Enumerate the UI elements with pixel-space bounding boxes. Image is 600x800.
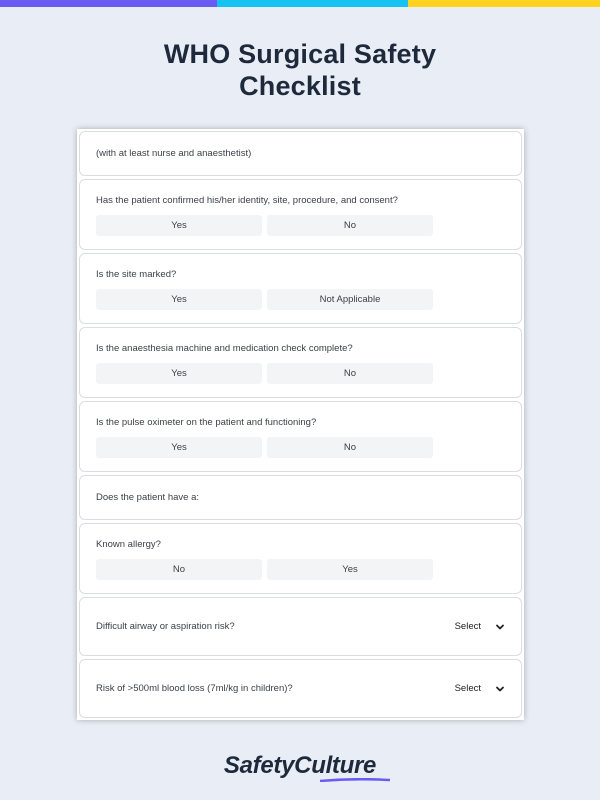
answer-yes-button[interactable]: Yes xyxy=(96,289,262,310)
page-title-line-2: Checklist xyxy=(239,71,361,101)
answer-options: Yes No xyxy=(96,437,505,458)
accent-segment-yellow xyxy=(408,0,600,7)
section-header-card: Does the patient have a: xyxy=(79,475,522,520)
question-text: Is the pulse oximeter on the patient and… xyxy=(96,417,317,428)
section-header: Does the patient have a: xyxy=(96,491,199,503)
checklist-panel: (with at least nurse and anaesthetist) H… xyxy=(77,129,524,720)
logo-text-culture: Culture xyxy=(294,752,377,779)
top-accent-bar xyxy=(0,0,600,7)
answer-select-dropdown[interactable]: Select xyxy=(455,683,505,694)
chevron-down-icon xyxy=(496,624,504,629)
answer-yes-button[interactable]: Yes xyxy=(96,215,262,236)
question-card-pulse-oximeter: Is the pulse oximeter on the patient and… xyxy=(79,401,522,472)
answer-options: Yes No xyxy=(96,215,505,236)
question-card-site-marked: Is the site marked? Yes Not Applicable xyxy=(79,253,522,324)
answer-no-button[interactable]: No xyxy=(267,437,433,458)
logo-text-safety: Safety xyxy=(223,752,295,779)
question-text: Has the patient confirmed his/her identi… xyxy=(96,195,398,206)
safetyculture-logo: SafetyCulture xyxy=(0,752,600,782)
answer-options: Yes Not Applicable xyxy=(96,289,505,310)
question-text: Difficult airway or aspiration risk? xyxy=(96,620,235,632)
answer-not-applicable-button[interactable]: Not Applicable xyxy=(267,289,433,310)
question-card-identity: Has the patient confirmed his/her identi… xyxy=(79,179,522,250)
question-text: Is the anaesthesia machine and medicatio… xyxy=(96,343,353,354)
answer-yes-button[interactable]: Yes xyxy=(96,437,262,458)
answer-no-button[interactable]: No xyxy=(267,363,433,384)
accent-segment-purple xyxy=(0,0,217,7)
question-text: Risk of >500ml blood loss (7ml/kg in chi… xyxy=(96,682,293,694)
answer-no-button[interactable]: No xyxy=(267,215,433,236)
question-card-known-allergy: Known allergy? No Yes xyxy=(79,523,522,594)
answer-yes-button[interactable]: Yes xyxy=(96,363,262,384)
answer-no-button[interactable]: No xyxy=(96,559,262,580)
select-label: Select xyxy=(454,683,481,694)
checklist-note: (with at least nurse and anaesthetist) xyxy=(96,147,252,159)
accent-segment-blue xyxy=(217,0,408,7)
question-card-difficult-airway: Difficult airway or aspiration risk? Sel… xyxy=(79,597,522,656)
question-card-anaesthesia-check: Is the anaesthesia machine and medicatio… xyxy=(79,327,522,398)
select-label: Select xyxy=(454,621,481,632)
answer-options: Yes No xyxy=(96,363,505,384)
question-text: Is the site marked? xyxy=(96,269,177,280)
question-text: Known allergy? xyxy=(96,539,161,550)
logo-underline-swoosh xyxy=(319,778,390,782)
answer-options: No Yes xyxy=(96,559,505,580)
checklist-note-card: (with at least nurse and anaesthetist) xyxy=(79,131,522,176)
chevron-down-icon xyxy=(496,686,504,691)
question-card-blood-loss-risk: Risk of >500ml blood loss (7ml/kg in chi… xyxy=(79,659,522,718)
answer-select-dropdown[interactable]: Select xyxy=(455,621,505,632)
page-title: WHO Surgical Safety Checklist xyxy=(0,38,600,102)
page-title-line-1: WHO Surgical Safety xyxy=(163,39,437,69)
answer-yes-button[interactable]: Yes xyxy=(267,559,433,580)
